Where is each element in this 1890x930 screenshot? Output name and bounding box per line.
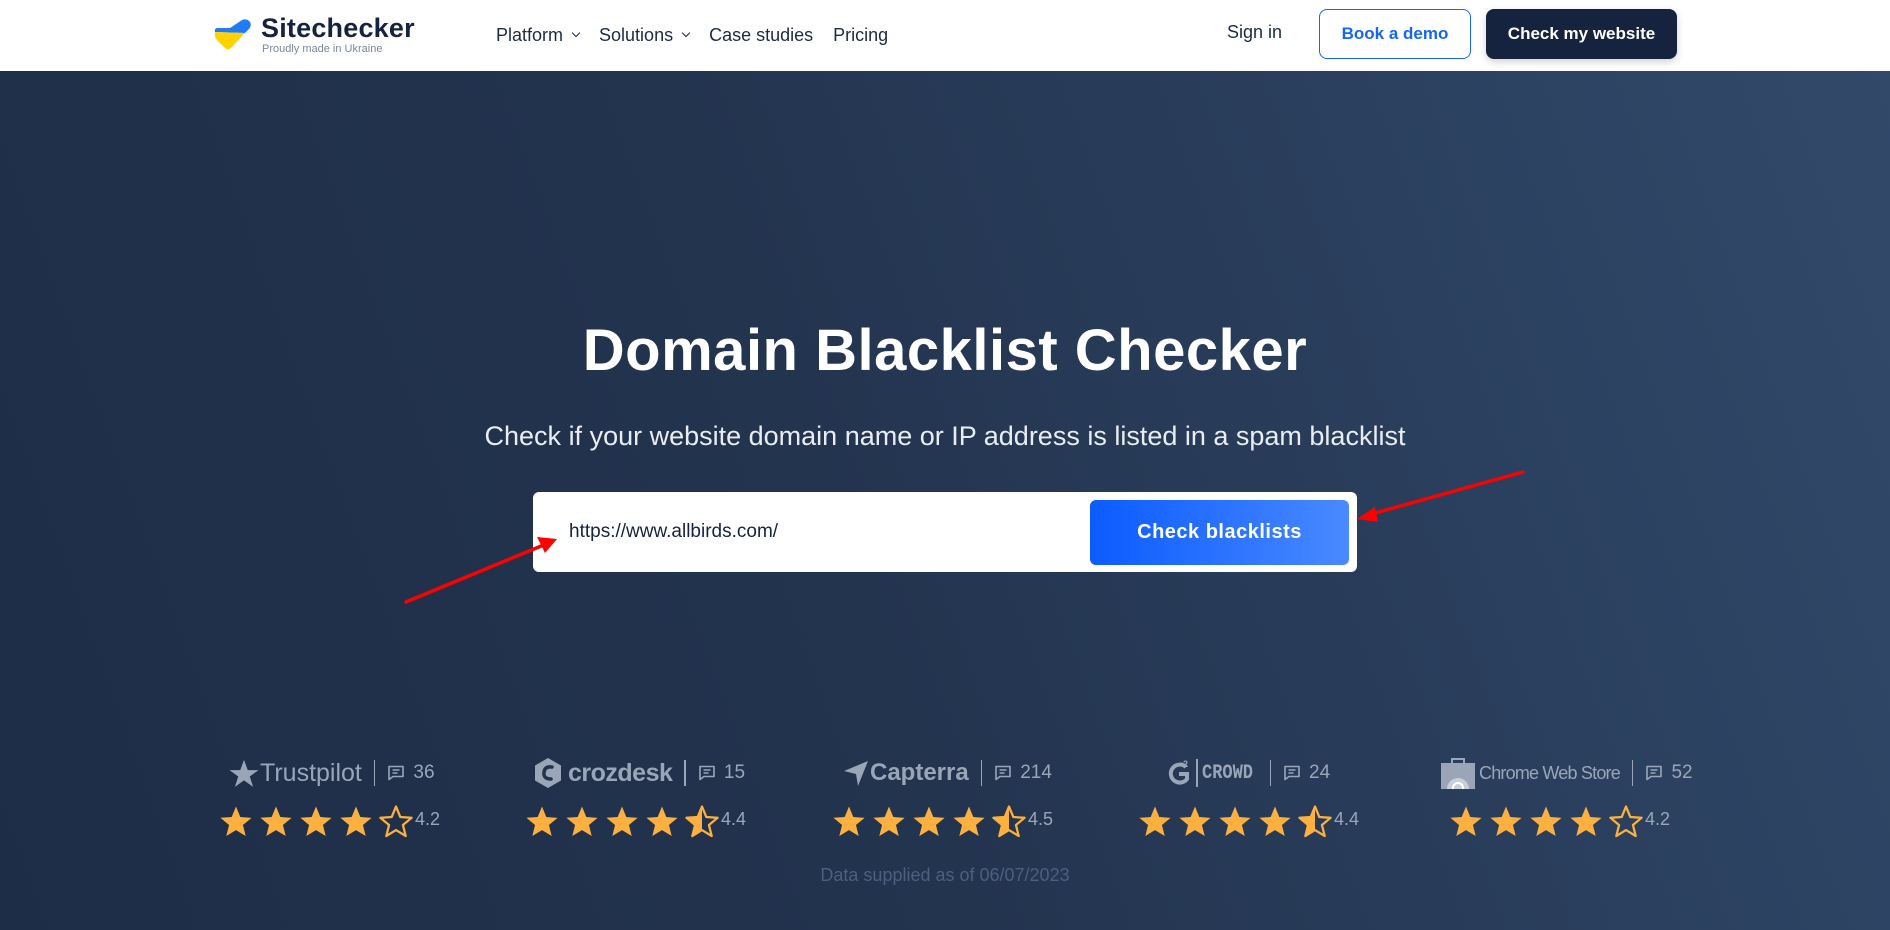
star-full-icon <box>1450 806 1482 837</box>
brand-name: CROWD <box>1201 761 1253 785</box>
review-count: 15 <box>723 762 746 783</box>
brand-name: Capterra <box>870 759 969 786</box>
star-full-icon <box>1259 806 1291 837</box>
trustpilot-star-icon <box>229 759 259 787</box>
review-count: 24 <box>1309 762 1331 783</box>
star-full-icon <box>873 806 905 837</box>
star-full-icon <box>220 806 252 837</box>
data-supplied-note: Data supplied as of 06/07/2023 <box>820 865 1070 885</box>
star-rating: 4.2 <box>219 803 440 839</box>
rating-source-trustpilot[interactable]: Trustpilot 36 <box>229 753 435 793</box>
star-full-icon <box>526 806 558 837</box>
brand-name: crozdesk <box>568 758 673 787</box>
comment-icon <box>699 765 715 781</box>
star-full-icon <box>606 806 638 837</box>
star-full-icon <box>1179 806 1211 837</box>
chrome-web-store-icon <box>1441 758 1475 789</box>
star-rating: 4.2 <box>1449 803 1670 839</box>
divider <box>980 760 983 786</box>
review-count: 52 <box>1671 762 1693 783</box>
comment-icon <box>1646 765 1663 781</box>
comment-icon <box>1284 765 1300 781</box>
divider <box>1269 760 1271 786</box>
rating-score: 4.2 <box>1645 808 1671 829</box>
rating-score: 4.5 <box>1028 808 1054 829</box>
chrome-web-store-logo: Chrome Web Store <box>1441 757 1621 789</box>
star-empty-icon <box>1609 805 1643 838</box>
rating-source-g2-crowd[interactable]: 2 CROWD 24 <box>1166 753 1330 793</box>
star-full-icon <box>1530 806 1562 837</box>
crozdesk-logo: crozdesk <box>533 757 673 789</box>
rating-source-capterra[interactable]: Capterra 214 <box>843 753 1052 793</box>
g2-crowd-logo: 2 CROWD <box>1166 758 1258 788</box>
star-full-icon <box>566 806 598 837</box>
brand-name: Chrome Web Store <box>1479 762 1621 783</box>
capterra-logo: Capterra <box>843 759 969 787</box>
star-full-icon <box>833 806 865 837</box>
star-full-icon <box>1219 806 1251 837</box>
divider <box>684 760 686 786</box>
capterra-arrow-icon <box>844 761 868 786</box>
star-full-icon <box>340 806 372 837</box>
trustpilot-logo: Trustpilot <box>229 758 362 788</box>
rating-score: 4.2 <box>415 808 441 829</box>
rating-score: 4.4 <box>721 808 747 829</box>
divider <box>373 760 376 786</box>
star-full-icon <box>646 806 678 837</box>
star-half-icon <box>992 805 1026 838</box>
star-full-icon <box>1139 806 1171 837</box>
star-half-icon <box>685 805 719 838</box>
star-full-icon <box>260 806 292 837</box>
crozdesk-logo-icon <box>535 758 561 788</box>
review-count: 214 <box>1020 762 1052 783</box>
logo-separator <box>1196 759 1198 787</box>
comment-icon <box>995 765 1012 781</box>
star-rating: 4.4 <box>1138 803 1359 839</box>
star-full-icon <box>1570 806 1602 837</box>
star-full-icon <box>1490 806 1522 837</box>
review-ratings: Trustpilot 36 4.2 crozdesk 15 4.4 Capter… <box>0 0 1890 930</box>
rating-score: 4.4 <box>1334 808 1360 829</box>
brand-name: Trustpilot <box>260 758 362 787</box>
divider <box>1631 760 1634 786</box>
svg-text:2: 2 <box>1183 759 1188 769</box>
star-full-icon <box>913 806 945 837</box>
star-full-icon <box>300 806 332 837</box>
rating-source-crozdesk[interactable]: crozdesk 15 <box>533 753 745 793</box>
star-half-icon <box>1298 805 1332 838</box>
star-empty-icon <box>379 805 413 838</box>
rating-source-chrome-web-store[interactable]: Chrome Web Store 52 <box>1441 753 1693 793</box>
star-rating: 4.5 <box>832 803 1053 839</box>
star-full-icon <box>953 806 985 837</box>
review-count: 36 <box>413 762 435 783</box>
g2-logo-icon: 2 <box>1168 759 1189 785</box>
comment-icon <box>388 765 405 781</box>
star-rating: 4.4 <box>525 803 746 839</box>
